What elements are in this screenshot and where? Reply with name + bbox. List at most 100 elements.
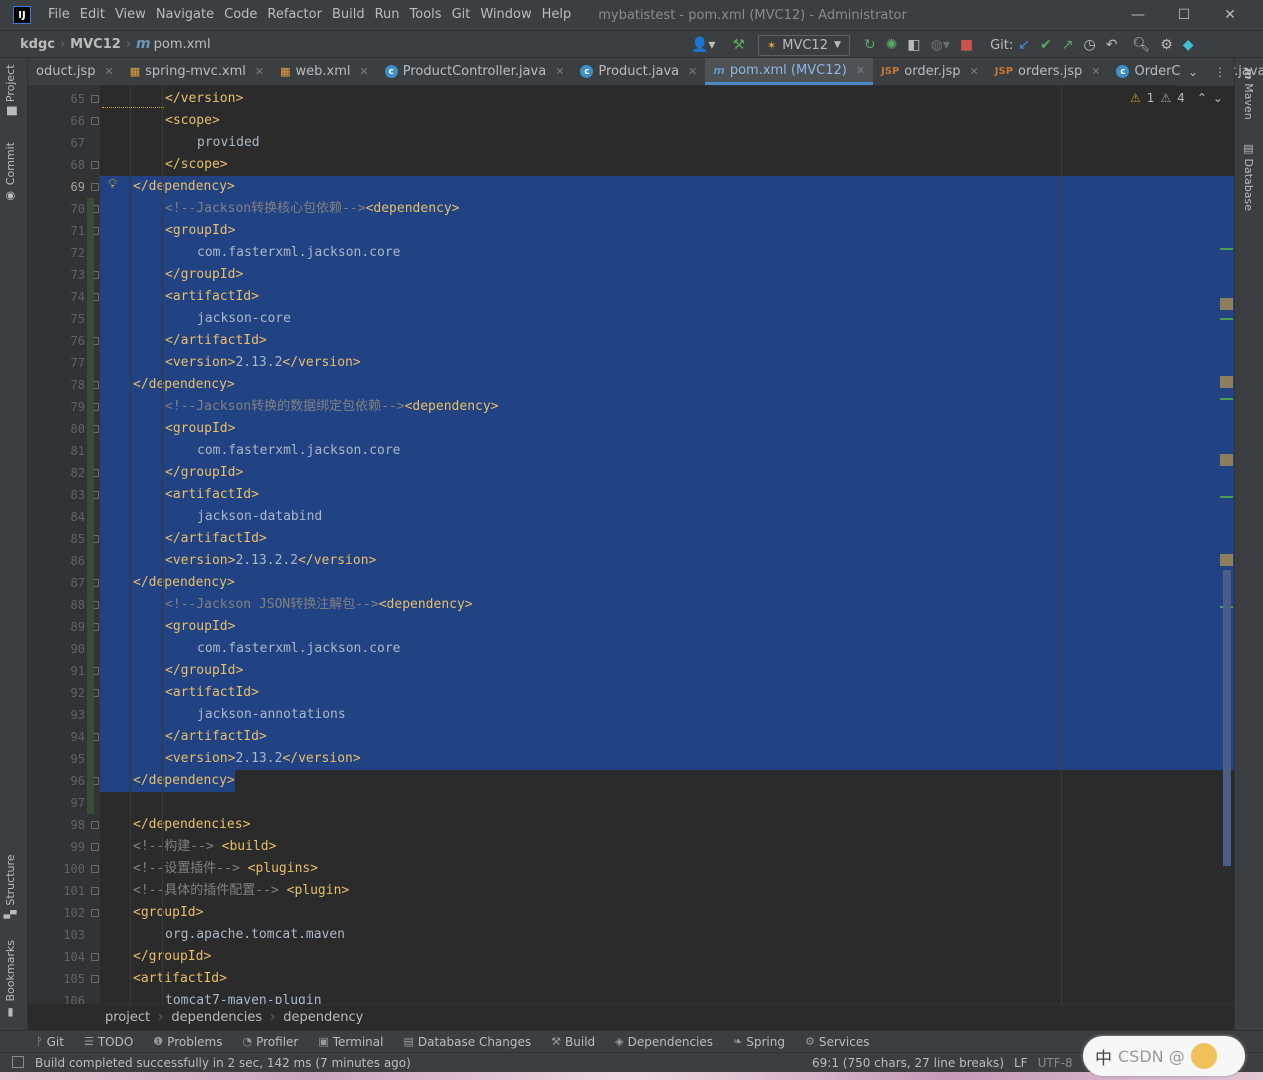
fold-marker-icon[interactable] — [91, 117, 99, 125]
menu-edit[interactable]: Edit — [75, 0, 110, 30]
lightbulb-icon[interactable]: 💡︎ — [108, 177, 117, 192]
code-line[interactable]: <!--设置插件--> <plugins> — [133, 858, 318, 880]
ime-language[interactable]: 中 — [1095, 1044, 1112, 1069]
chevron-down-icon[interactable]: ⌄ — [1188, 65, 1198, 79]
scrollbar-thumb[interactable] — [1223, 570, 1231, 866]
tab-pom-xml-mvc12[interactable]: m pom.xml (MVC12) ✕ — [705, 58, 874, 85]
chevron-up-icon[interactable]: ⌃ — [1197, 91, 1207, 105]
code-line[interactable]: <artifactId> — [165, 286, 259, 308]
close-window-button[interactable]: ✕ — [1207, 0, 1253, 30]
menu-navigate[interactable]: Navigate — [151, 0, 219, 30]
code-line[interactable]: <!--Jackson转换核心包依赖--><dependency> — [165, 198, 460, 220]
close-icon[interactable]: ✕ — [1091, 65, 1100, 78]
menu-refactor[interactable]: Refactor — [262, 0, 327, 30]
ime-toolbar[interactable]: 中 CSDN @ — [1083, 1036, 1245, 1076]
code-line[interactable]: com.fasterxml.jackson.core — [197, 638, 401, 660]
code-line[interactable]: tomcat7-maven-plugin — [165, 990, 322, 1004]
code-line[interactable]: </dependency> — [133, 176, 235, 198]
code-line[interactable]: <groupId> — [165, 220, 235, 242]
code-line[interactable]: </groupId> — [165, 264, 243, 286]
tool-window-git[interactable]: ᚹ Git — [36, 1035, 64, 1049]
tool-window-todo[interactable]: ☰ TODO — [84, 1035, 133, 1049]
database-tool-tab[interactable]: ▤ Database — [1242, 142, 1255, 211]
code-line[interactable]: </artifactId> — [165, 528, 267, 550]
fold-marker-icon[interactable] — [91, 183, 99, 191]
bookmarks-tool-tab[interactable]: ▮ Bookmarks — [4, 940, 17, 1019]
tab-orders-jsp[interactable]: JSP orders.jsp ✕ — [987, 58, 1109, 85]
tool-window-spring[interactable]: ❧ Spring — [733, 1035, 785, 1049]
close-icon[interactable]: ✕ — [856, 64, 865, 77]
fold-marker-icon[interactable] — [91, 887, 99, 895]
close-icon[interactable]: ✕ — [255, 65, 264, 78]
caret-position[interactable]: 69:1 (750 chars, 27 line breaks) — [812, 1056, 1004, 1070]
maximize-button[interactable]: ☐ — [1161, 0, 1207, 30]
inspection-widget[interactable]: ⚠ 1 ⚠ 4 ⌃ ⌄ — [1130, 88, 1223, 108]
close-icon[interactable]: ✕ — [555, 65, 564, 78]
code-line[interactable]: <scope> — [165, 110, 220, 132]
settings-gear-icon[interactable]: ⚙ — [1160, 37, 1173, 53]
code-line[interactable]: <version>2.13.2</version> — [165, 748, 361, 770]
tab-oduct-jsp[interactable]: oduct.jsp ✕ — [28, 58, 122, 85]
tool-window-terminal[interactable]: ▣ Terminal — [318, 1035, 383, 1049]
code-line[interactable]: </groupId> — [165, 462, 243, 484]
menu-git[interactable]: Git — [447, 0, 476, 30]
history-icon[interactable]: ◷ — [1083, 37, 1095, 53]
tool-window-services[interactable]: ⚙ Services — [805, 1035, 869, 1049]
code-line[interactable]: jackson-annotations — [197, 704, 346, 726]
code-line[interactable]: </version> — [165, 88, 243, 110]
code-line[interactable]: jackson-core — [197, 308, 291, 330]
git-push-icon[interactable]: ↗ — [1062, 37, 1074, 53]
crumb-module[interactable]: MVC12 — [70, 37, 121, 52]
tab-order-jsp[interactable]: JSP order.jsp ✕ — [873, 58, 987, 85]
menu-window[interactable]: Window — [475, 0, 536, 30]
code-editor[interactable]: </version> <scope> provided </scope> </depen… — [100, 86, 1234, 1004]
code-line[interactable]: <artifactId> — [165, 484, 259, 506]
error-stripe[interactable] — [1216, 86, 1234, 1004]
code-line[interactable]: </scope> — [165, 154, 228, 176]
tool-window-problems[interactable]: ❶ Problems — [153, 1035, 222, 1049]
code-line[interactable]: </groupId> — [165, 660, 243, 682]
minimize-button[interactable]: — — [1115, 0, 1161, 30]
tool-window-build[interactable]: ⚒ Build — [551, 1035, 595, 1049]
tab-product-java[interactable]: c Product.java ✕ — [572, 58, 705, 85]
code-line[interactable]: <!--具体的插件配置--> <plugin> — [133, 880, 349, 902]
menu-code[interactable]: Code — [219, 0, 262, 30]
xml-crumb-dependency[interactable]: dependency — [283, 1010, 363, 1025]
code-line[interactable]: jackson-databind — [197, 506, 322, 528]
code-line[interactable]: </dependency> — [133, 770, 235, 792]
user-icon[interactable]: 👤▾ — [691, 37, 715, 53]
fold-marker-icon[interactable] — [91, 95, 99, 103]
coverage-icon[interactable]: ◧ — [907, 37, 920, 53]
tab-productcontroller-java[interactable]: c ProductController.java ✕ — [377, 58, 573, 85]
xml-crumb-dependencies[interactable]: dependencies — [171, 1010, 262, 1025]
toggle-tool-windows-icon[interactable] — [12, 1056, 24, 1068]
menu-view[interactable]: View — [110, 0, 151, 30]
fold-marker-icon[interactable] — [91, 843, 99, 851]
code-line[interactable]: </dependency> — [133, 572, 235, 594]
close-icon[interactable]: ✕ — [359, 65, 368, 78]
fold-marker-icon[interactable] — [91, 821, 99, 829]
commit-tool-tab[interactable]: ◉ Commit — [4, 142, 17, 203]
code-line[interactable]: </dependency> — [133, 374, 235, 396]
fold-marker-icon[interactable] — [91, 975, 99, 983]
close-icon[interactable]: ✕ — [104, 65, 113, 78]
stop-icon[interactable]: ■ — [960, 37, 973, 53]
code-line[interactable]: <groupId> — [133, 902, 203, 924]
fold-marker-icon[interactable] — [91, 161, 99, 169]
tool-window-profiler[interactable]: ◔ Profiler — [242, 1035, 298, 1049]
debug-icon[interactable]: ✺ — [886, 37, 898, 53]
code-line[interactable]: com.fasterxml.jackson.core — [197, 242, 401, 264]
code-line[interactable]: com.fasterxml.jackson.core — [197, 440, 401, 462]
file-encoding[interactable]: UTF-8 — [1038, 1056, 1073, 1070]
tab-spring-mvc-xml[interactable]: ▦ spring-mvc.xml ✕ — [122, 58, 272, 85]
code-line[interactable]: <!--构建--> <build> — [133, 836, 276, 858]
project-tool-tab[interactable]: ▆ Project — [4, 64, 17, 115]
menu-file[interactable]: File — [43, 0, 75, 30]
code-line[interactable]: <groupId> — [165, 418, 235, 440]
menu-build[interactable]: Build — [327, 0, 370, 30]
fold-marker-icon[interactable] — [91, 865, 99, 873]
git-update-icon[interactable]: ↙ — [1018, 37, 1030, 53]
code-line[interactable]: <groupId> — [165, 616, 235, 638]
tab-web-xml[interactable]: ▦ web.xml ✕ — [272, 58, 377, 85]
crumb-project[interactable]: kdgc — [20, 37, 55, 52]
